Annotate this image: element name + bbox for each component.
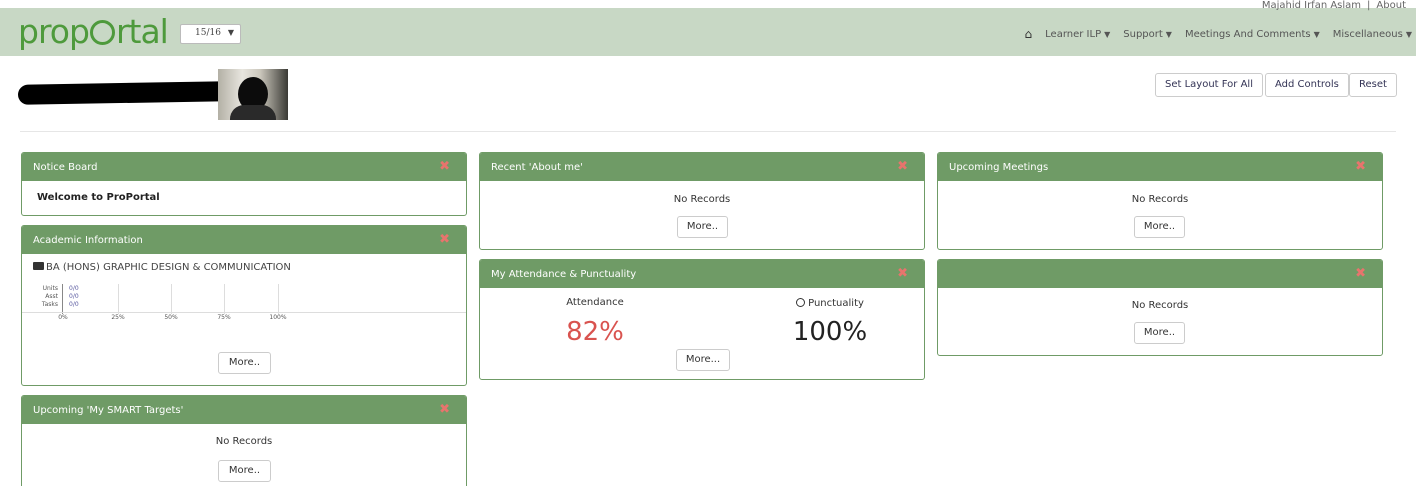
close-icon[interactable]: ✖ bbox=[897, 160, 908, 173]
chart-axis bbox=[62, 284, 63, 314]
more-button[interactable]: More... bbox=[676, 349, 730, 371]
chart-tick-label: 75% bbox=[217, 314, 231, 321]
top-navbar: prop rtal 15/16 ▼ Majahid Irfan Aslam | Abou… bbox=[0, 0, 1416, 56]
close-icon[interactable]: ✖ bbox=[439, 160, 450, 173]
menu-meetings-comments[interactable]: Meetings And Comments ▼ bbox=[1185, 29, 1320, 40]
course-title[interactable]: BA (HONS) GRAPHIC DESIGN & COMMUNICATION bbox=[33, 262, 291, 273]
untitled-panel: ✖ No Records More.. bbox=[937, 259, 1383, 356]
set-layout-button[interactable]: Set Layout For All bbox=[1155, 73, 1263, 97]
chart-gridline bbox=[278, 284, 279, 314]
caret-down-icon: ▼ bbox=[1313, 29, 1320, 39]
caret-down-icon: ▼ bbox=[1104, 29, 1111, 39]
header-divider bbox=[20, 131, 1396, 132]
reset-button[interactable]: Reset bbox=[1349, 73, 1397, 97]
chart-gridline bbox=[171, 284, 172, 314]
notice-board-panel: Notice Board ✖ Welcome to ProPortal bbox=[21, 152, 467, 216]
chart-row-label: Units bbox=[42, 285, 58, 292]
close-icon[interactable]: ✖ bbox=[1355, 267, 1366, 280]
no-records-text: No Records bbox=[1131, 194, 1189, 205]
about-me-panel: Recent 'About me' ✖ No Records More.. bbox=[479, 152, 925, 250]
chart-tick-label: 0% bbox=[58, 314, 68, 321]
learner-photo bbox=[218, 69, 288, 120]
more-button[interactable]: More.. bbox=[677, 216, 728, 238]
close-icon[interactable]: ✖ bbox=[439, 233, 450, 246]
notice-text: Welcome to ProPortal bbox=[37, 192, 160, 203]
chart-gridline bbox=[224, 284, 225, 314]
caret-down-icon: ▼ bbox=[1165, 29, 1172, 39]
attendance-panel: My Attendance & Punctuality ✖ Attendance … bbox=[479, 259, 925, 380]
proportal-logo[interactable]: prop rtal bbox=[18, 12, 169, 52]
punctuality-value: 100% bbox=[792, 317, 868, 347]
main-menu: ⌂ Learner ILP ▼ Support ▼ Meetings And Com… bbox=[1025, 27, 1412, 41]
add-controls-button[interactable]: Add Controls bbox=[1265, 73, 1349, 97]
attendance-label: Attendance bbox=[566, 297, 624, 308]
chart-tick-label: 50% bbox=[164, 314, 178, 321]
chart-row-value: 0/0 bbox=[69, 301, 79, 308]
smart-targets-panel: Upcoming 'My SMART Targets' ✖ No Records … bbox=[21, 395, 467, 486]
redacted-learner-name bbox=[17, 81, 230, 105]
chart-row-label: Asst bbox=[45, 293, 58, 300]
close-icon[interactable]: ✖ bbox=[897, 267, 908, 280]
more-button[interactable]: More.. bbox=[1134, 322, 1185, 344]
upcoming-meetings-panel: Upcoming Meetings ✖ No Records More.. bbox=[937, 152, 1383, 250]
more-button[interactable]: More.. bbox=[218, 460, 271, 482]
chart-gridline bbox=[118, 284, 119, 314]
no-records-text: No Records bbox=[1131, 300, 1189, 311]
panel-header: Upcoming Meetings ✖ bbox=[938, 153, 1382, 181]
academic-year-select[interactable]: 15/16 ▼ bbox=[180, 24, 241, 44]
panel-header: ✖ bbox=[938, 260, 1382, 288]
close-icon[interactable]: ✖ bbox=[439, 403, 450, 416]
user-links-separator: | bbox=[1367, 0, 1371, 11]
chart-tick-label: 25% bbox=[111, 314, 125, 321]
caret-down-icon: ▼ bbox=[227, 28, 234, 37]
chart-row-value: 0/0 bbox=[69, 285, 79, 292]
more-button[interactable]: More.. bbox=[218, 352, 271, 374]
chart-row-label: Tasks bbox=[41, 301, 58, 308]
menu-miscellaneous[interactable]: Miscellaneous ▼ bbox=[1333, 29, 1412, 40]
panel-header: My Attendance & Punctuality ✖ bbox=[480, 260, 924, 288]
attendance-value: 82% bbox=[566, 317, 624, 347]
logo-ring-icon bbox=[89, 20, 115, 45]
clock-icon bbox=[796, 298, 806, 307]
panel-header: Recent 'About me' ✖ bbox=[480, 153, 924, 181]
progress-chart: Units 0/0 Asst 0/0 Tasks 0/0 0% 25% 50% … bbox=[30, 284, 300, 321]
panel-header: Notice Board ✖ bbox=[22, 153, 466, 181]
panel-header: Academic Information ✖ bbox=[22, 226, 466, 254]
panel-divider bbox=[22, 312, 466, 313]
folder-icon bbox=[33, 262, 44, 270]
no-records-text: No Records bbox=[673, 194, 731, 205]
menu-support[interactable]: Support ▼ bbox=[1123, 29, 1172, 40]
user-name-link[interactable]: Majahid Irfan Aslam bbox=[1262, 0, 1361, 11]
more-button[interactable]: More.. bbox=[1134, 216, 1185, 238]
no-records-text: No Records bbox=[215, 436, 273, 447]
caret-down-icon: ▼ bbox=[1405, 29, 1412, 39]
chart-row-value: 0/0 bbox=[69, 293, 79, 300]
close-icon[interactable]: ✖ bbox=[1355, 160, 1366, 173]
home-icon[interactable]: ⌂ bbox=[1025, 27, 1033, 41]
panel-header: Upcoming 'My SMART Targets' ✖ bbox=[22, 396, 466, 424]
academic-info-panel: Academic Information ✖ BA (HONS) GRAPHIC … bbox=[21, 225, 467, 386]
menu-learner-ilp[interactable]: Learner ILP ▼ bbox=[1045, 29, 1110, 40]
punctuality-label: Punctuality bbox=[770, 297, 890, 309]
user-links: Majahid Irfan Aslam | About bbox=[1262, 0, 1406, 11]
about-link[interactable]: About bbox=[1376, 0, 1406, 11]
chart-tick-label: 100% bbox=[269, 314, 287, 321]
